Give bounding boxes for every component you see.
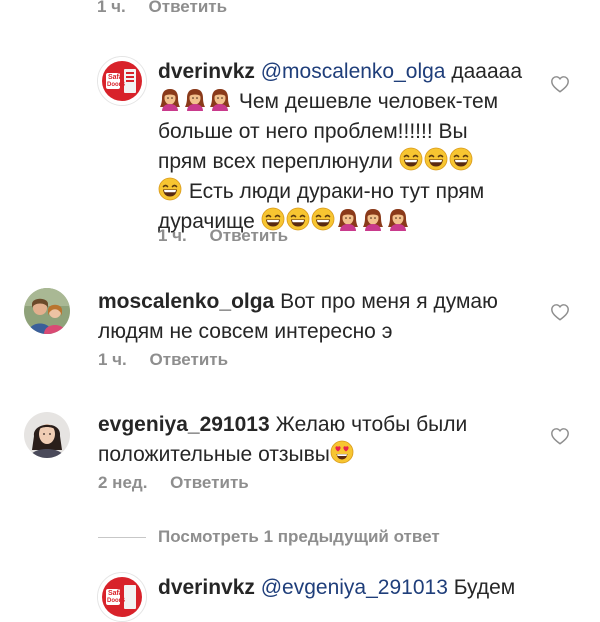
heart-outline-icon[interactable]	[550, 75, 570, 93]
comment-time: 1 ч.	[98, 350, 127, 369]
comment-body: dverinvkz @moscalenko_olga дааааа Чем де…	[158, 57, 538, 237]
woman-emoji-icon	[336, 207, 360, 231]
comment-body: evgeniya_291013 Желаю чтобы были положит…	[98, 410, 538, 470]
logo-text: DoorS	[107, 598, 125, 604]
laughing-emoji-icon	[449, 147, 473, 171]
comment-username[interactable]: moscalenko_olga	[98, 290, 274, 313]
logo-text: DoorS	[107, 82, 125, 88]
comment-meta: 2 нед. Ответить	[98, 473, 249, 493]
reply-button[interactable]: Ответить	[210, 226, 289, 245]
store-logo-icon	[98, 573, 146, 621]
comment-time: 1 ч.	[97, 0, 126, 16]
comment-text: Желаю чтобы были	[275, 413, 468, 436]
reply-button[interactable]: Ответить	[170, 473, 249, 492]
comment-meta: 1 ч. Ответить	[158, 226, 288, 246]
comment-text: прям всех переплюнули	[158, 150, 393, 173]
comment-text: Есть люди дураки-но тут прям	[188, 180, 485, 203]
comment-meta: 1 ч. Ответить	[98, 350, 228, 370]
woman-emoji-icon	[361, 207, 385, 231]
comment-body: dverinvkz @evgeniya_291013 Будем	[158, 573, 558, 603]
user-photo-icon	[24, 412, 70, 458]
comment-text: Чем дешевле человек-тем	[238, 90, 499, 113]
laughing-emoji-icon	[158, 177, 182, 201]
reply-button[interactable]: Ответить	[149, 0, 228, 16]
laughing-emoji-icon	[286, 207, 310, 231]
comment-text: больше от него проблем!!!!!! Вы	[158, 120, 468, 143]
laughing-emoji-icon	[399, 147, 423, 171]
comment-time: 2 нед.	[98, 473, 148, 492]
avatar[interactable]: Safa DoorS	[97, 56, 147, 106]
comment-time: 1 ч.	[158, 226, 187, 245]
mention-link[interactable]: @evgeniya_291013	[261, 576, 448, 599]
heart-eyes-emoji-icon	[330, 440, 354, 464]
comment-text: Будем	[453, 576, 516, 599]
comment-text: дааааа	[451, 60, 522, 83]
store-logo-icon	[98, 57, 146, 105]
comment-username[interactable]: dverinvkz	[158, 60, 255, 83]
comment-text: положительные отзывы	[98, 443, 330, 466]
woman-emoji-icon	[158, 87, 182, 111]
comment-text: людям не совсем интересно э	[98, 320, 393, 343]
avatar[interactable]: Safa DoorS	[97, 572, 147, 622]
woman-emoji-icon	[386, 207, 410, 231]
woman-emoji-icon	[183, 87, 207, 111]
comment-meta: 1 ч. Ответить	[97, 0, 227, 17]
avatar[interactable]	[24, 412, 70, 458]
laughing-emoji-icon	[424, 147, 448, 171]
user-photo-icon	[24, 288, 70, 334]
logo-text: Safa	[108, 74, 123, 81]
mention-link[interactable]: @moscalenko_olga	[261, 60, 446, 83]
heart-outline-icon[interactable]	[550, 427, 570, 445]
comment-username[interactable]: dverinvkz	[158, 576, 255, 599]
reply-button[interactable]: Ответить	[150, 350, 229, 369]
woman-emoji-icon	[208, 87, 232, 111]
laughing-emoji-icon	[311, 207, 335, 231]
view-replies-divider	[98, 537, 146, 538]
heart-outline-icon[interactable]	[550, 303, 570, 321]
view-previous-replies-button[interactable]: Посмотреть 1 предыдущий ответ	[158, 527, 440, 547]
logo-text: Safa	[108, 590, 123, 597]
comment-body: moscalenko_olga Вот про меня я думаю люд…	[98, 287, 538, 347]
avatar[interactable]	[24, 288, 70, 334]
comment-text: Вот про меня я думаю	[280, 290, 498, 313]
comment-username[interactable]: evgeniya_291013	[98, 413, 270, 436]
